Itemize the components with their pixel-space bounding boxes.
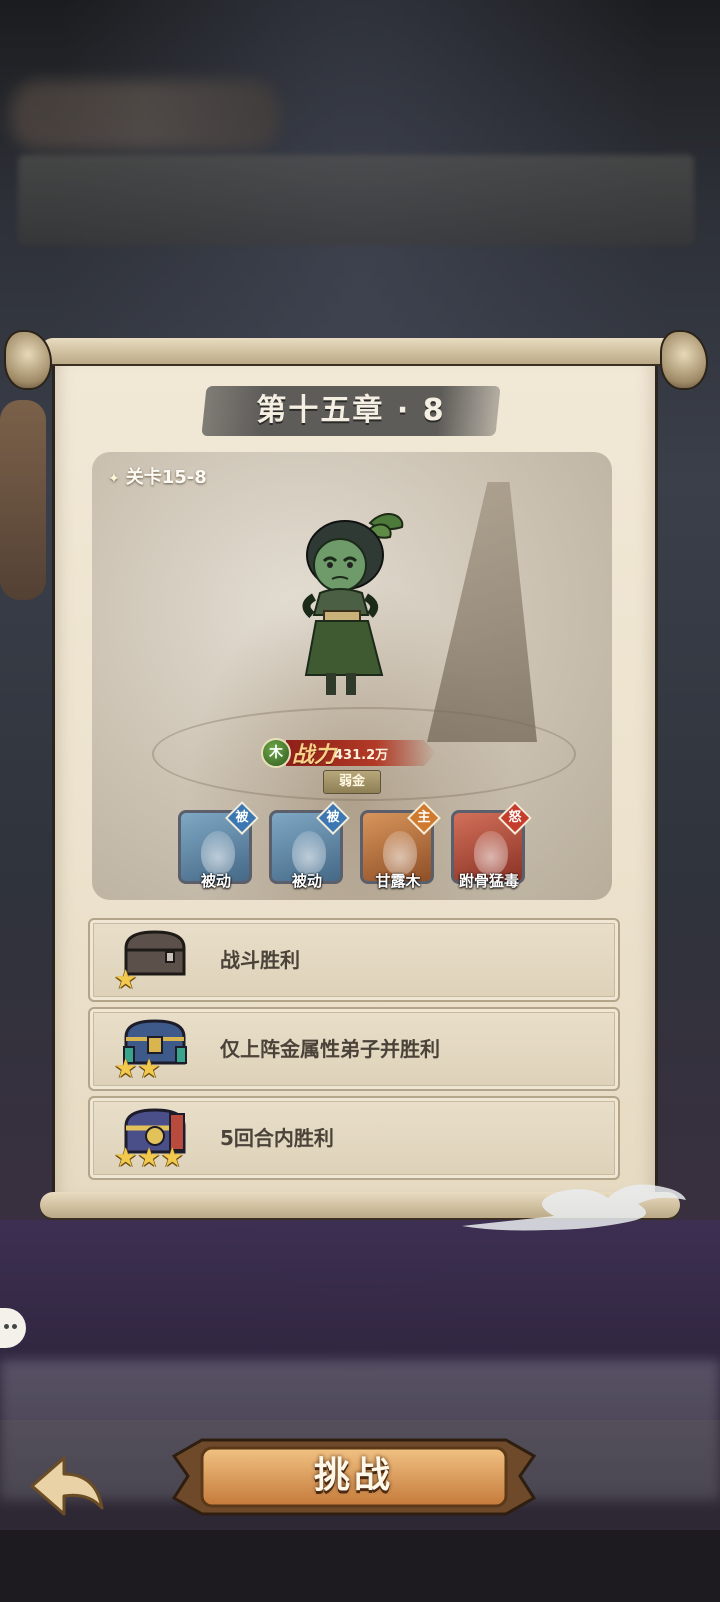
skill-passive-2[interactable]: 被 被动 (269, 801, 350, 890)
power-value: 431.2万 (334, 748, 389, 763)
flame-icon (474, 831, 508, 875)
scroll-rod-top (40, 338, 680, 364)
star-icon: ★ (137, 1054, 161, 1084)
skill-active[interactable]: 主 甘露木 (360, 801, 441, 890)
stage-label: ✦ 关卡15-8 (108, 466, 207, 490)
sparkle-icon: ✦ (108, 471, 120, 487)
star-icon: ★ (114, 1143, 138, 1173)
star-rating: ★ ★ (114, 1055, 161, 1083)
star-icon: ★ (114, 965, 138, 995)
star-icon: ★ (160, 1143, 184, 1173)
objective-row: ★ ★ 仅上阵金属性弟子并胜利 (88, 1007, 620, 1091)
sword-ornament (0, 400, 46, 600)
cloud-decoration (462, 1184, 686, 1231)
star-icon: ★ (137, 1143, 161, 1173)
skill-tag: 主 (417, 810, 431, 825)
star-rating: ★ (114, 966, 137, 994)
skill-rage[interactable]: 怒 跗骨猛毒 (451, 801, 532, 890)
skill-tag: 被 (235, 810, 249, 825)
background-tab-strip (18, 155, 694, 245)
power-label: 战力 (292, 742, 337, 768)
flame-icon (383, 831, 417, 875)
objective-text: 仅上阵金属性弟子并胜利 (220, 1037, 440, 1061)
skill-tag: 怒 (508, 810, 522, 825)
wood-element-badge: 木 (261, 738, 291, 768)
back-arrow-icon[interactable] (24, 1446, 106, 1528)
enemy-character[interactable] (290, 505, 420, 705)
weakness-tag: 弱金 (323, 770, 381, 794)
objective-text: 5回合内胜利 (220, 1126, 334, 1150)
background-tower (427, 482, 537, 742)
star-icon: ★ (114, 1054, 138, 1084)
skill-name: 被动 (200, 872, 231, 890)
objective-row: ★ 战斗胜利 (88, 918, 620, 1002)
skill-passive-1[interactable]: 被 被动 (178, 801, 259, 890)
flame-icon (201, 831, 235, 875)
chapter-title: 第十五章 · 8 (256, 393, 446, 428)
skill-name: 甘露木 (375, 872, 421, 890)
challenge-button[interactable]: 挑战 (168, 1426, 540, 1526)
flame-icon (292, 831, 326, 875)
star-rating: ★ ★ ★ (114, 1144, 184, 1172)
skill-name: 跗骨猛毒 (458, 872, 519, 890)
background-footer (0, 1530, 720, 1602)
background-characters (10, 80, 280, 150)
objective-row: ★ ★ ★ 5回合内胜利 (88, 1096, 620, 1180)
skill-tag: 被 (326, 810, 340, 825)
stage-label-text: 关卡15-8 (125, 467, 207, 488)
skill-name: 被动 (291, 872, 322, 890)
objective-text: 战斗胜利 (220, 948, 300, 972)
